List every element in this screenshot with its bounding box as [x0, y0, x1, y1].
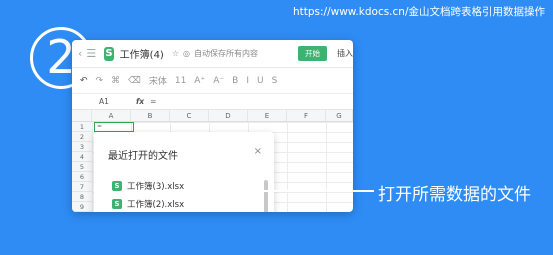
row-header[interactable]: 6 — [72, 172, 92, 182]
tab-insert[interactable]: 插入 — [337, 48, 353, 59]
row-header[interactable]: 9 — [72, 202, 92, 212]
panel-scrollbar[interactable] — [264, 180, 268, 212]
sheet-file-icon: S — [112, 199, 122, 209]
recent-files-panel: 最近打开的文件 × S 工作簿(3).xlsx S 工作簿(2).xlsx — [94, 132, 274, 212]
file-name: 工作簿(2).xlsx — [127, 200, 185, 210]
column-header[interactable]: F — [287, 110, 326, 121]
font-size-select[interactable]: 11 — [175, 76, 186, 86]
callout-pointer-line — [243, 190, 374, 192]
source-url: https://www.kdocs.cn/金山文档跨表格引用数据操作 — [293, 6, 545, 18]
spreadsheet-window: ‹ ☰ S 工作簿(4) ☆ ◎ 自动保存所有内容 开始 插入 ↶ ↷ ⌘ ⌫ … — [72, 40, 353, 212]
row-headers: 1 2 3 4 5 6 7 8 9 — [72, 122, 92, 212]
font-name-select[interactable]: 宋体 — [149, 74, 167, 87]
formula-input[interactable]: = — [150, 97, 156, 106]
autosave-label: 自动保存所有内容 — [194, 49, 258, 58]
app-logo-icon: S — [104, 46, 114, 61]
column-header[interactable]: A — [92, 110, 131, 121]
active-cell-a1[interactable]: = — [94, 122, 134, 132]
column-header[interactable]: E — [248, 110, 287, 121]
recent-file-item[interactable]: S 工作簿(3).xlsx — [112, 180, 184, 192]
row-header[interactable]: 4 — [72, 152, 92, 162]
row-header[interactable]: 8 — [72, 192, 92, 202]
format-painter-icon[interactable]: ⌘ — [111, 76, 120, 86]
autosave-status: ☆ ◎ 自动保存所有内容 — [172, 48, 258, 59]
decrease-font-button[interactable]: A⁻ — [213, 76, 224, 86]
row-header[interactable]: 5 — [72, 162, 92, 172]
panel-title: 最近打开的文件 — [108, 151, 178, 162]
column-headers: A B C D E F G — [72, 110, 353, 122]
title-bar: ‹ ☰ S 工作簿(4) ☆ ◎ 自动保存所有内容 开始 插入 — [72, 40, 353, 68]
star-icon[interactable]: ☆ — [172, 49, 179, 58]
row-header[interactable]: 1 — [72, 122, 92, 132]
redo-icon[interactable]: ↷ — [96, 76, 104, 86]
column-header[interactable]: B — [131, 110, 170, 121]
column-header[interactable]: C — [170, 110, 209, 121]
column-header[interactable]: G — [326, 110, 353, 121]
cloud-check-icon: ◎ — [183, 49, 190, 58]
undo-icon[interactable]: ↶ — [80, 76, 88, 86]
recent-file-item[interactable]: S 工作簿(2).xlsx — [112, 198, 184, 210]
italic-button[interactable]: I — [246, 76, 249, 86]
row-header[interactable]: 2 — [72, 132, 92, 142]
menu-icon[interactable]: ☰ — [86, 47, 96, 60]
sheet-file-icon: S — [112, 181, 122, 191]
column-header[interactable]: D — [209, 110, 248, 121]
tab-start[interactable]: 开始 — [298, 46, 327, 61]
underline-button[interactable]: U — [257, 76, 264, 86]
row-header[interactable]: 3 — [72, 142, 92, 152]
cell-reference-box[interactable]: A1 — [72, 97, 136, 106]
eraser-icon[interactable]: ⌫ — [128, 76, 141, 86]
document-title[interactable]: 工作簿(4) — [120, 46, 164, 61]
increase-font-button[interactable]: A⁺ — [194, 76, 205, 86]
formula-bar: A1 fx = — [72, 94, 353, 110]
callout-text: 打开所需数据的文件 — [378, 185, 531, 205]
corner-cell[interactable] — [72, 110, 92, 121]
close-icon[interactable]: × — [254, 146, 262, 157]
formatting-toolbar: ↶ ↷ ⌘ ⌫ 宋体 11 A⁺ A⁻ B I U S — [72, 68, 353, 94]
strikethrough-button[interactable]: S — [272, 76, 278, 86]
back-icon[interactable]: ‹ — [78, 47, 82, 60]
fx-icon[interactable]: fx — [136, 97, 144, 106]
bold-button[interactable]: B — [232, 76, 238, 86]
file-name: 工作簿(3).xlsx — [127, 182, 185, 192]
row-header[interactable]: 7 — [72, 182, 92, 192]
